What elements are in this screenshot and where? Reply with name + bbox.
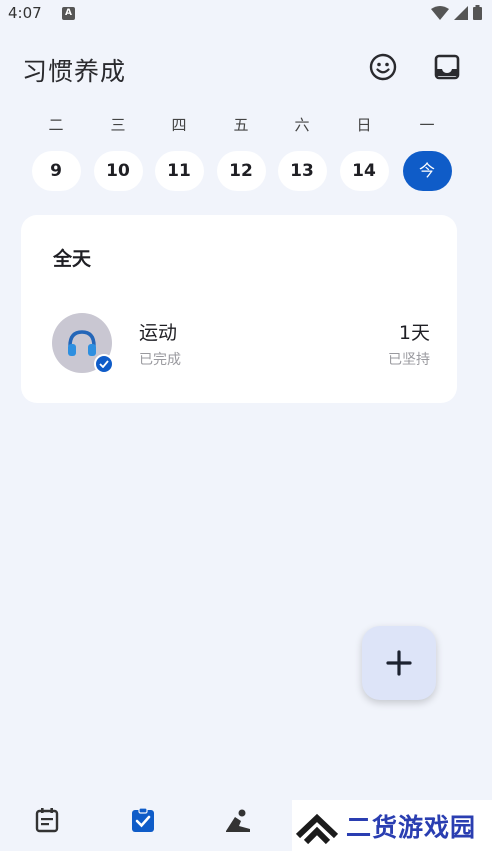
- watermark-text: 二货游戏园: [346, 812, 477, 842]
- day-number[interactable]: 12: [216, 151, 266, 191]
- inbox-icon: [434, 54, 460, 80]
- day-item[interactable]: 日 14: [339, 114, 389, 191]
- day-item[interactable]: 三 10: [93, 114, 143, 191]
- smiley-icon: [369, 53, 397, 81]
- calendar-icon: [35, 808, 59, 833]
- emoji-button[interactable]: [366, 50, 400, 84]
- section-title: 全天: [53, 248, 92, 270]
- streak-label: 已坚持: [388, 352, 430, 368]
- completed-check-icon: [94, 354, 114, 374]
- day-item[interactable]: 五 12: [216, 114, 266, 191]
- habit-name: 运动: [139, 322, 178, 344]
- meditation-icon: [226, 809, 250, 832]
- day-item[interactable]: 二 9: [31, 114, 81, 191]
- day-item[interactable]: 四 11: [154, 114, 204, 191]
- page-title: 习惯养成: [22, 57, 127, 86]
- weekday-label: 日: [356, 116, 372, 134]
- status-indicators: [431, 5, 482, 20]
- nav-calendar[interactable]: [29, 802, 65, 838]
- habit-card: 全天 运动 已完成 1天 已坚持: [21, 215, 457, 403]
- habit-row[interactable]: 运动 已完成 1天 已坚持: [21, 305, 457, 375]
- nav-habits[interactable]: [125, 802, 161, 838]
- habit-status: 已完成: [139, 352, 181, 368]
- add-habit-button[interactable]: [362, 626, 436, 700]
- weekday-label: 三: [110, 116, 126, 134]
- weekday-label: 四: [171, 116, 187, 134]
- status-time: 4:07: [8, 4, 42, 22]
- watermark-logo-icon: [295, 813, 339, 844]
- day-item-today[interactable]: 一 今: [402, 114, 452, 191]
- watermark: 二货游戏园: [292, 800, 492, 851]
- inbox-button[interactable]: [430, 50, 464, 84]
- streak-value: 1天: [398, 322, 430, 344]
- weekday-label: 一: [419, 116, 435, 134]
- nav-meditation[interactable]: [220, 802, 256, 838]
- plus-icon: [386, 650, 412, 676]
- day-number[interactable]: 10: [93, 151, 143, 191]
- clipboard-check-icon: [132, 807, 154, 832]
- day-number-today[interactable]: 今: [402, 151, 452, 191]
- day-item[interactable]: 六 13: [277, 114, 327, 191]
- battery-icon: [473, 5, 482, 20]
- status-bar: 4:07 A: [0, 0, 492, 28]
- day-number[interactable]: 13: [277, 151, 327, 191]
- signal-icon: [454, 5, 468, 20]
- weekday-label: 六: [294, 116, 310, 134]
- weekday-label: 五: [233, 116, 249, 134]
- notification-icon: A: [62, 7, 75, 20]
- headphones-icon: [68, 330, 96, 356]
- day-number[interactable]: 9: [31, 151, 81, 191]
- screen: 4:07 A 习惯养成 二 9 三 10 四 11 五 12 六 13 日 14…: [0, 0, 492, 851]
- day-number[interactable]: 14: [339, 151, 389, 191]
- weekday-label: 二: [48, 116, 64, 134]
- wifi-icon: [431, 5, 449, 20]
- day-number[interactable]: 11: [154, 151, 204, 191]
